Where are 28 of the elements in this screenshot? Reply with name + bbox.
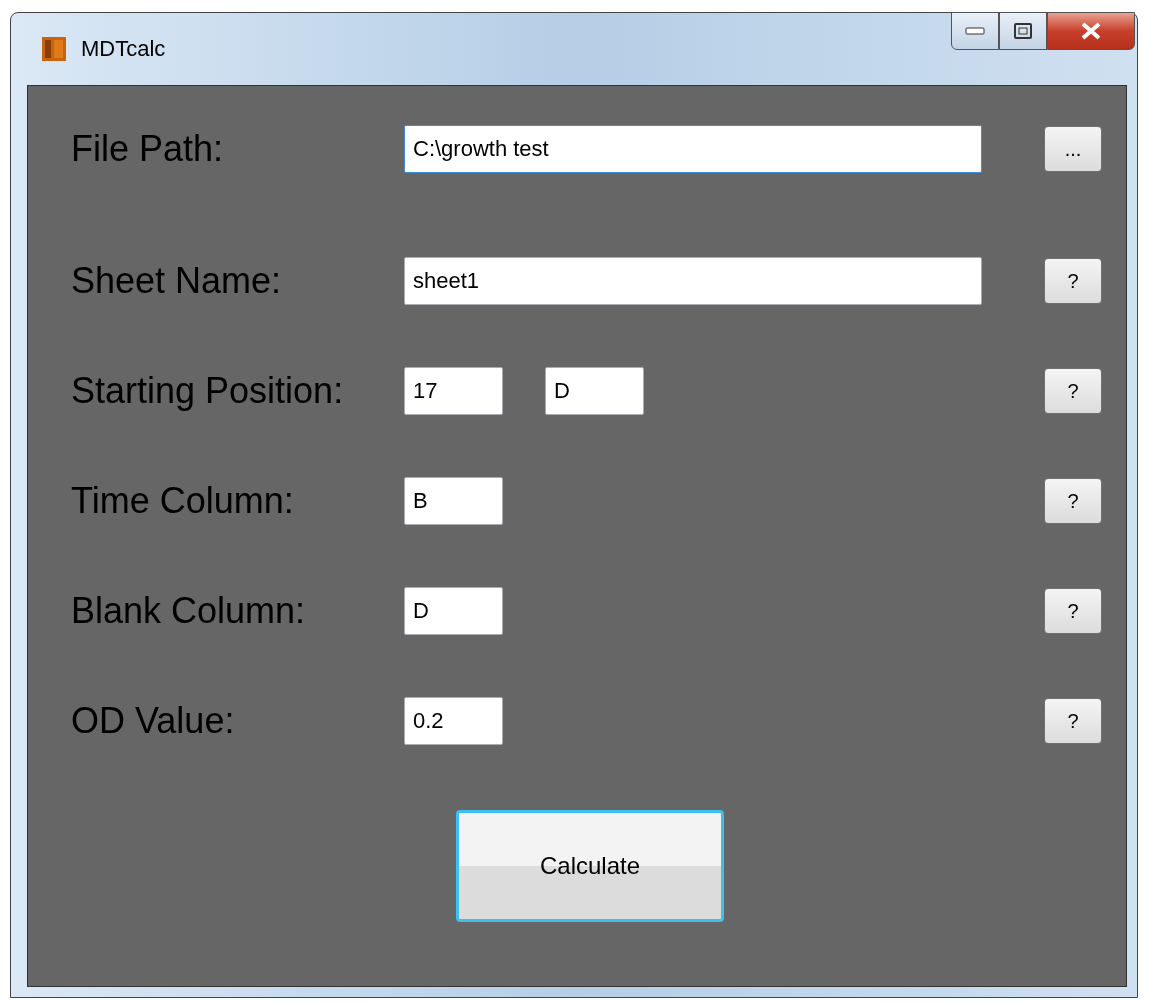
minimize-button[interactable] (951, 12, 999, 50)
text-field[interactable]: sheet1 (404, 257, 982, 305)
help-button[interactable]: ? (1044, 698, 1102, 744)
field-label: Time Column: (70, 480, 295, 522)
maximize-icon (1014, 23, 1032, 39)
help-button[interactable]: ? (1044, 588, 1102, 634)
browse-button[interactable]: ... (1044, 126, 1102, 172)
minimize-icon (965, 26, 985, 36)
calculate-button[interactable]: Calculate (456, 810, 724, 922)
app-icon (41, 36, 67, 62)
text-field[interactable]: D (545, 367, 644, 415)
field-label: File Path: (70, 128, 225, 170)
help-button[interactable]: ? (1044, 258, 1102, 304)
close-button[interactable] (1047, 12, 1135, 50)
field-label: OD Value: (70, 700, 236, 742)
maximize-button[interactable] (999, 12, 1047, 50)
text-field[interactable]: B (404, 477, 503, 525)
text-field[interactable]: 17 (404, 367, 503, 415)
text-field[interactable]: C:\growth test (404, 125, 982, 173)
close-icon (1080, 22, 1102, 40)
help-button[interactable]: ? (1044, 368, 1102, 414)
field-label: Starting Position: (70, 370, 345, 412)
field-label: Blank Column: (70, 590, 307, 632)
field-label: Sheet Name: (70, 260, 283, 302)
text-field[interactable]: 0.2 (404, 697, 503, 745)
window-title: MDTcalc (81, 36, 166, 62)
text-field[interactable]: D (404, 587, 503, 635)
help-button[interactable]: ? (1044, 478, 1102, 524)
